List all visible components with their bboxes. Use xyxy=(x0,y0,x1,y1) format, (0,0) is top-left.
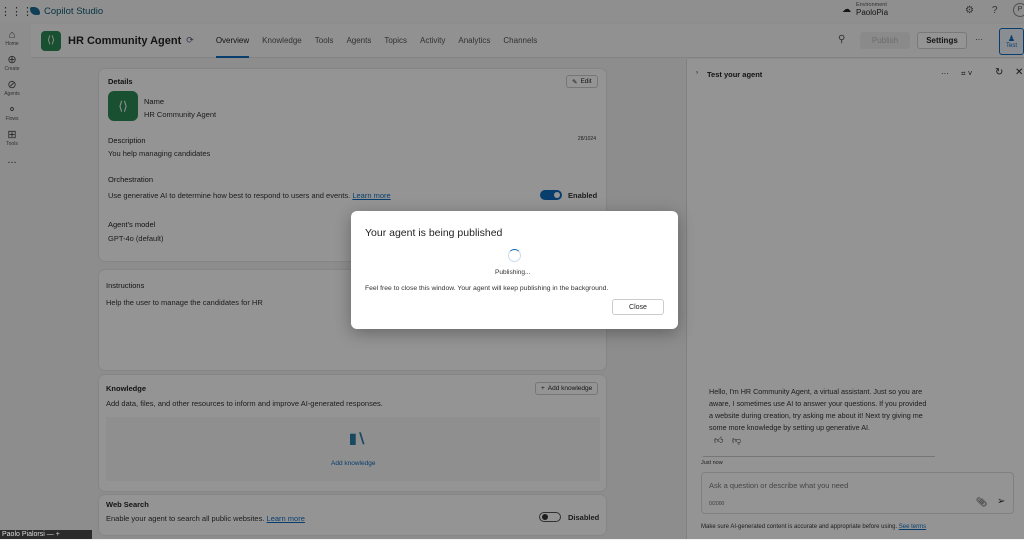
publishing-dialog: Your agent is being published Publishing… xyxy=(351,211,678,329)
dialog-status: Publishing... xyxy=(495,269,531,276)
dialog-title: Your agent is being published xyxy=(365,227,503,239)
taskbar-window[interactable]: Paolo Pialorsi — + xyxy=(0,530,92,539)
spinner-icon xyxy=(508,249,521,262)
close-button[interactable]: Close xyxy=(612,299,664,315)
dialog-message: Feel free to close this window. Your age… xyxy=(365,285,609,292)
